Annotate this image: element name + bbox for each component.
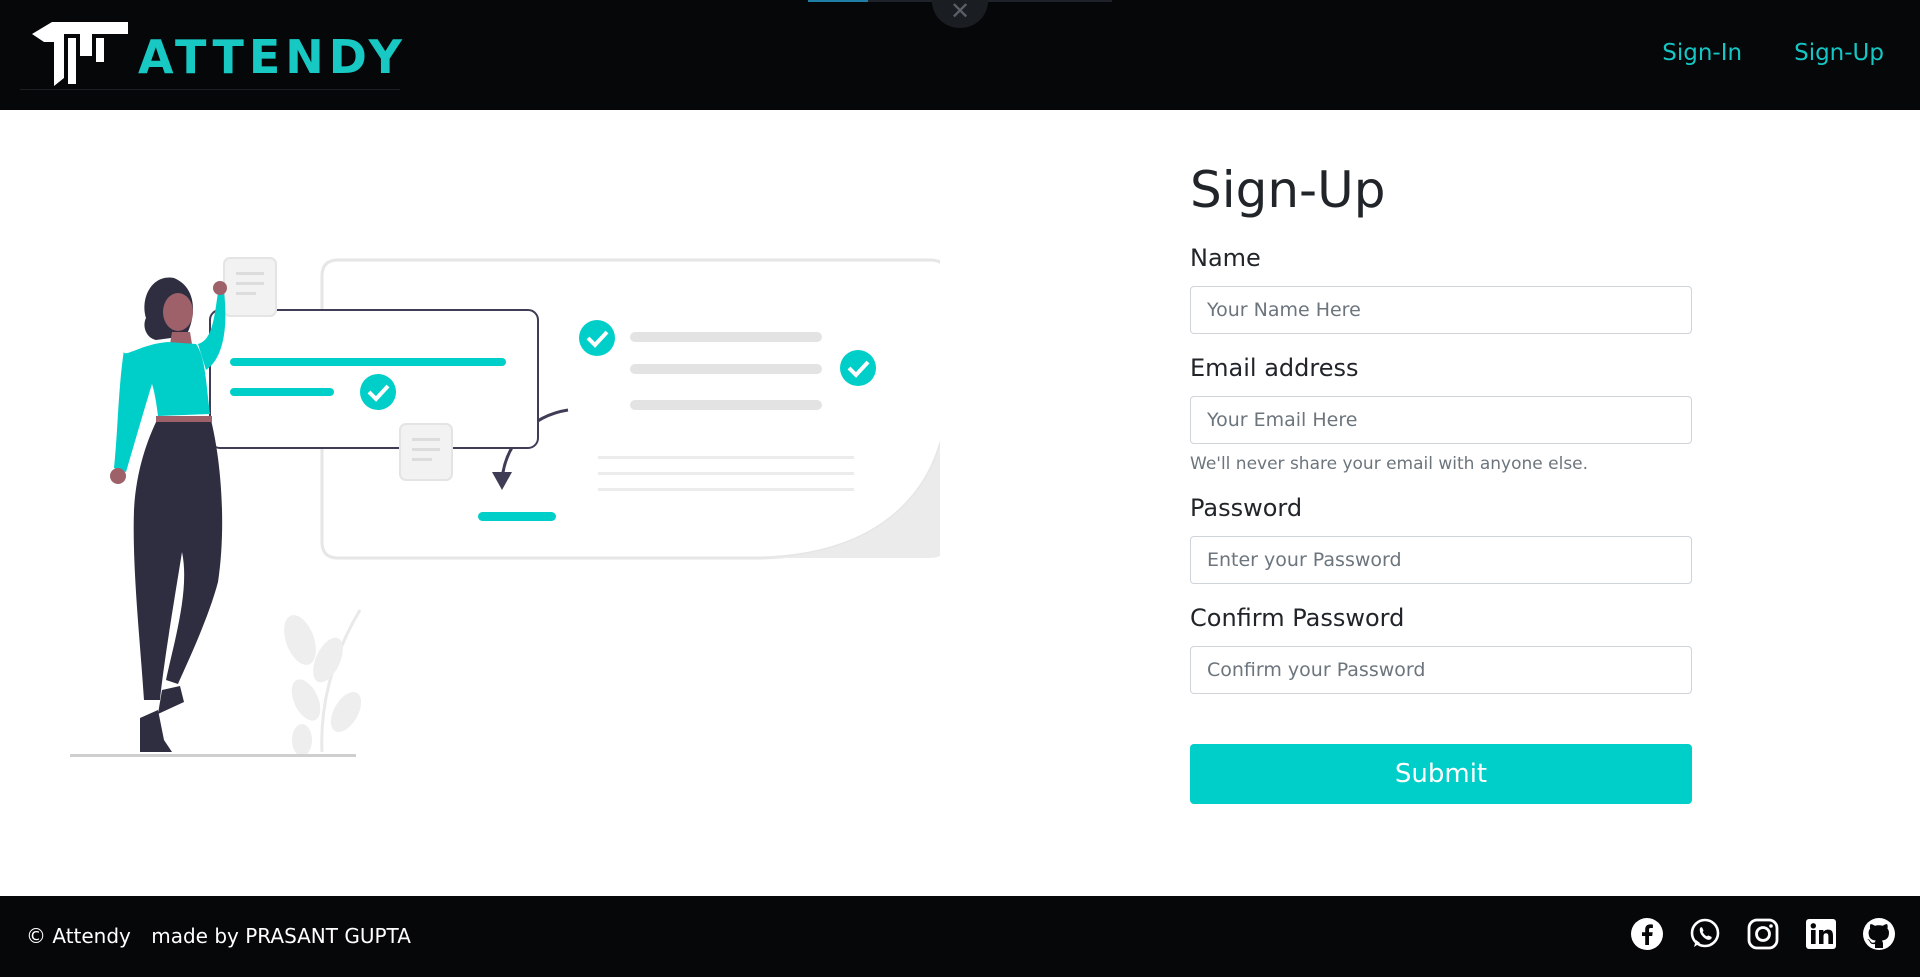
navbar: ✕ ATTENDY Sign-In Sign-Up — [0, 0, 1920, 110]
whatsapp-icon[interactable] — [1688, 916, 1722, 952]
check-icon — [840, 350, 876, 386]
email-label: Email address — [1190, 354, 1359, 382]
email-help-text: We'll never share your email with anyone… — [1190, 454, 1589, 474]
name-label: Name — [1190, 244, 1261, 272]
brand-name: ATTENDY — [138, 30, 407, 84]
nav-links: Sign-In Sign-Up — [1662, 40, 1884, 66]
email-group: Email address We'll never share your ema… — [1190, 354, 1692, 474]
password-label: Password — [1190, 494, 1303, 522]
logo-mark-icon — [32, 22, 128, 86]
page-title: Sign-Up — [1190, 161, 1386, 219]
top-indicator — [808, 0, 868, 2]
brand-logo[interactable]: ATTENDY — [20, 10, 402, 90]
footer-text: © Attendy made by PRASANT GUPTA — [26, 924, 411, 948]
confirm-password-input[interactable] — [1190, 646, 1692, 694]
password-group: Password — [1190, 494, 1692, 584]
submit-button[interactable]: Submit — [1190, 744, 1692, 804]
footer-credit: made by PRASANT GUPTA — [151, 924, 411, 948]
nav-signup-link[interactable]: Sign-Up — [1794, 40, 1884, 66]
name-group: Name — [1190, 244, 1692, 334]
social-links — [1630, 916, 1896, 952]
nav-signin-link[interactable]: Sign-In — [1662, 40, 1742, 66]
footer: © Attendy made by PRASANT GUPTA — [0, 896, 1920, 977]
footer-copyright: © Attendy — [26, 924, 131, 948]
check-icon — [360, 374, 396, 410]
facebook-icon[interactable] — [1630, 916, 1664, 952]
woman-figure — [110, 277, 227, 752]
close-icon[interactable]: ✕ — [932, 0, 988, 28]
confirm-password-group: Confirm Password — [1190, 604, 1692, 694]
name-input[interactable] — [1190, 286, 1692, 334]
instagram-icon[interactable] — [1746, 916, 1780, 952]
check-icon — [579, 320, 615, 356]
signup-form: Sign-Up Name Email address We'll never s… — [1190, 160, 1692, 804]
linkedin-icon[interactable] — [1804, 916, 1838, 952]
password-input[interactable] — [1190, 536, 1692, 584]
signup-illustration — [60, 240, 950, 770]
confirm-password-label: Confirm Password — [1190, 604, 1405, 632]
email-input[interactable] — [1190, 396, 1692, 444]
github-icon[interactable] — [1862, 916, 1896, 952]
top-track — [868, 0, 1112, 2]
